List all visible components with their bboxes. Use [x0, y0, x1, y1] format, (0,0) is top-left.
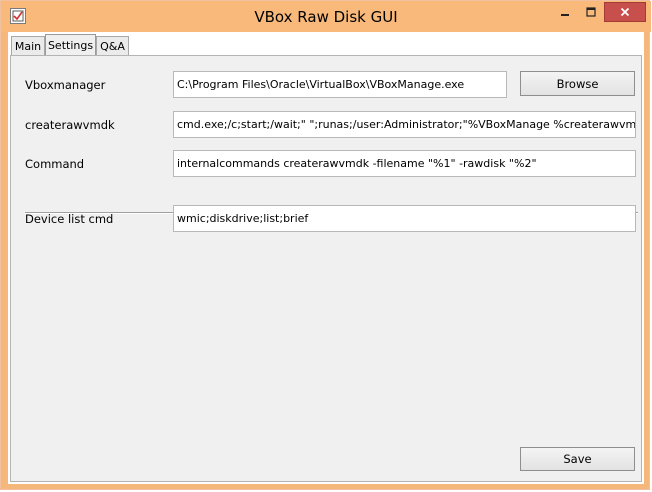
- tab-settings[interactable]: Settings: [45, 34, 96, 56]
- createrawvmdk-field[interactable]: cmd.exe;/c;start;/wait;" ";runas;/user:A…: [173, 111, 636, 138]
- minimize-button[interactable]: [552, 2, 578, 22]
- vboxmanager-label: Vboxmanager: [25, 78, 106, 92]
- minimize-icon: [561, 14, 569, 16]
- close-icon: [620, 7, 630, 17]
- app-window: VBox Raw Disk GUI Main Settings Q&A Vbox…: [0, 0, 651, 490]
- device-list-cmd-field[interactable]: wmic;diskdrive;list;brief: [173, 205, 636, 232]
- tab-main[interactable]: Main: [11, 36, 45, 55]
- command-label: Command: [25, 157, 85, 171]
- title-bar[interactable]: VBox Raw Disk GUI: [1, 1, 651, 32]
- browse-button[interactable]: Browse: [520, 71, 635, 96]
- maximize-button[interactable]: [578, 2, 604, 22]
- window-client: Main Settings Q&A Vboxmanager C:\Program…: [8, 32, 644, 484]
- close-button[interactable]: [604, 2, 646, 22]
- command-field[interactable]: internalcommands createrawvmdk -filename…: [173, 150, 636, 177]
- tab-qa[interactable]: Q&A: [96, 36, 129, 55]
- save-button[interactable]: Save: [520, 447, 635, 471]
- device-list-cmd-label: Device list cmd: [25, 212, 114, 226]
- maximize-icon: [586, 7, 596, 17]
- settings-panel: Vboxmanager C:\Program Files\Oracle\Virt…: [10, 55, 642, 482]
- createrawvmdk-label: createrawvmdk: [25, 118, 115, 132]
- tab-strip: Main Settings Q&A: [8, 32, 644, 56]
- vboxmanager-field[interactable]: C:\Program Files\Oracle\VirtualBox\VBoxM…: [173, 71, 507, 98]
